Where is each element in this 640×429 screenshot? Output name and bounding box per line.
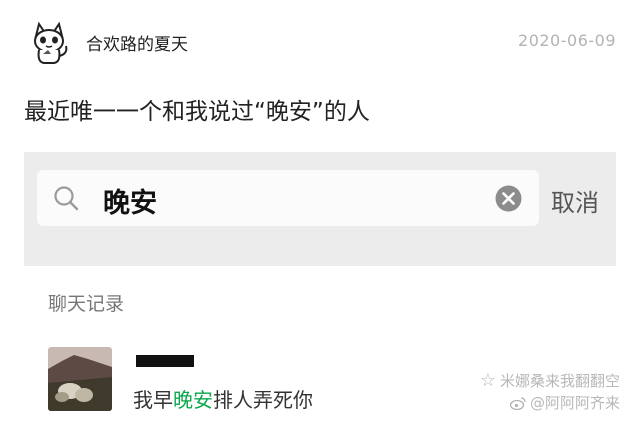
post-date: 2020-06-09 [518, 31, 616, 50]
avatar[interactable] [26, 20, 72, 66]
post-header: 合欢路的夏天 2020-06-09 [0, 0, 640, 80]
search-input[interactable]: 晚安 [37, 170, 539, 226]
section-title: 聊天记录 [48, 293, 125, 315]
watermark-line-1: ☆ 米娜桑来我翻翻空 [480, 370, 620, 392]
watermark: ☆ 米娜桑来我翻翻空 @阿阿阿齐来 [480, 370, 620, 414]
search-query: 晚安 [103, 188, 157, 219]
search-icon [53, 185, 79, 211]
message-preview: 我早晚安排人弄死你 [133, 384, 313, 413]
cat-avatar-icon [34, 21, 68, 64]
watermark-text-1: 米娜桑来我翻翻空 [499, 372, 620, 390]
star-icon: ☆ [479, 370, 496, 391]
search-screenshot: 晚安 取消 [24, 152, 616, 266]
message-text-after: 排人弄死你 [213, 388, 313, 412]
cancel-button[interactable]: 取消 [551, 183, 599, 218]
author-name[interactable]: 合欢路的夏天 [86, 30, 188, 55]
message-text-before: 我早 [133, 388, 173, 412]
watermark-line-2: @阿阿阿齐来 [480, 392, 620, 414]
clear-icon[interactable] [495, 185, 522, 212]
contact-name-redacted [136, 355, 194, 367]
post-text: 最近唯一一个和我说过“晚安”的人 [24, 99, 370, 125]
message-text-highlight: 晚安 [173, 388, 213, 412]
watermark-text-2: @阿阿阿齐来 [529, 394, 620, 412]
contact-avatar [48, 347, 112, 411]
weibo-icon [509, 396, 526, 410]
